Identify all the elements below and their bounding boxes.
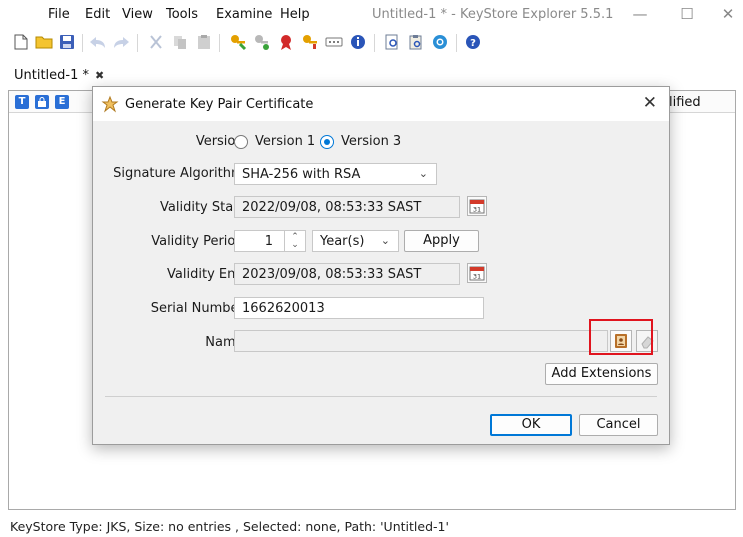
svg-text:31: 31 xyxy=(473,206,481,214)
add-extensions-button[interactable]: Add Extensions xyxy=(545,363,658,385)
toolbar-separator xyxy=(456,34,457,52)
tab-close-icon[interactable]: ✖ xyxy=(95,69,104,82)
import-key-pair-icon[interactable] xyxy=(300,32,320,52)
validity-period-amount: 1 xyxy=(264,234,273,249)
last-modified-column-header[interactable]: lified xyxy=(669,95,701,110)
paste-icon[interactable] xyxy=(194,32,214,52)
red-highlight-box xyxy=(589,319,653,355)
generate-secret-key-icon[interactable] xyxy=(252,32,272,52)
examine-ssl-icon[interactable] xyxy=(430,32,450,52)
close-window-button[interactable]: ✕ xyxy=(718,4,738,24)
dialog-title: Generate Key Pair Certificate xyxy=(125,97,314,112)
signature-algorithm-value: SHA-256 with RSA xyxy=(242,167,361,182)
version-3-radio[interactable] xyxy=(320,135,334,149)
window-title: Untitled-1 * - KeyStore Explorer 5.5.1 xyxy=(372,7,614,22)
serial-number-label: Serial Number: xyxy=(150,301,248,316)
validity-period-label: Validity Period: xyxy=(151,234,248,249)
svg-text:?: ? xyxy=(470,38,476,49)
minimize-button[interactable]: — xyxy=(630,4,650,24)
calendar-icon: 31 xyxy=(469,199,485,214)
toolbar-separator xyxy=(137,34,138,52)
name-field[interactable] xyxy=(234,330,608,352)
menu-examine[interactable]: Examine xyxy=(216,7,272,22)
validity-period-unit-select[interactable]: Year(s) ⌄ xyxy=(312,230,399,252)
toolbar-separator xyxy=(219,34,220,52)
svg-text:31: 31 xyxy=(473,273,481,281)
signature-algorithm-select[interactable]: SHA-256 with RSA ⌄ xyxy=(234,163,437,185)
chevron-down-icon: ⌄ xyxy=(380,234,390,247)
toolbar-separator xyxy=(82,34,83,52)
expiry-column-icon[interactable]: E xyxy=(55,95,69,109)
toolbar-separator xyxy=(374,34,375,52)
validity-start-calendar-button[interactable]: 31 xyxy=(467,196,487,216)
menu-file[interactable]: File xyxy=(48,7,70,22)
version-1-label[interactable]: Version 1 xyxy=(255,134,315,149)
version-1-radio[interactable] xyxy=(234,135,248,149)
signature-algorithm-label: Signature Algorithm: xyxy=(113,166,248,181)
window-titlebar: File Edit View Tools Examine Help Untitl… xyxy=(0,0,743,30)
type-column-icon[interactable]: T xyxy=(15,95,29,109)
menu-edit[interactable]: Edit xyxy=(85,7,110,22)
tab-label: Untitled-1 * xyxy=(14,67,90,83)
menu-help[interactable]: Help xyxy=(280,7,310,22)
serial-number-field[interactable]: 1662620013 xyxy=(234,297,484,319)
dialog-app-icon xyxy=(101,95,119,113)
name-label: Name: xyxy=(205,335,248,350)
generate-key-pair-icon[interactable] xyxy=(228,32,248,52)
lock-column-icon[interactable] xyxy=(35,95,49,109)
dialog-close-icon[interactable]: ✕ xyxy=(643,93,657,113)
menu-view[interactable]: View xyxy=(122,7,153,22)
set-password-icon[interactable] xyxy=(324,32,344,52)
apply-button[interactable]: Apply xyxy=(404,230,479,252)
maximize-button[interactable]: ☐ xyxy=(677,4,697,24)
examine-file-icon[interactable] xyxy=(382,32,402,52)
calendar-icon: 31 xyxy=(469,266,485,281)
status-bar: KeyStore Type: JKS, Size: no entries , S… xyxy=(10,519,449,534)
undo-icon[interactable] xyxy=(88,32,108,52)
ok-button[interactable]: OK xyxy=(490,414,572,436)
validity-end-label: Validity End: xyxy=(167,267,248,282)
spinner-divider xyxy=(284,231,285,251)
import-trusted-certificate-icon[interactable] xyxy=(276,32,296,52)
copy-icon[interactable] xyxy=(170,32,190,52)
cut-icon[interactable] xyxy=(146,32,166,52)
validity-start-label: Validity Start: xyxy=(160,200,248,215)
save-icon[interactable] xyxy=(57,32,77,52)
cancel-button[interactable]: Cancel xyxy=(579,414,658,436)
dialog-titlebar: Generate Key Pair Certificate ✕ xyxy=(93,87,669,121)
properties-icon[interactable] xyxy=(348,32,368,52)
keystore-tabbar: Untitled-1 * ✖ xyxy=(0,62,743,88)
examine-clipboard-icon[interactable] xyxy=(406,32,426,52)
validity-start-field[interactable]: 2022/09/08, 08:53:33 SAST xyxy=(234,196,460,218)
validity-end-field[interactable]: 2023/09/08, 08:53:33 SAST xyxy=(234,263,460,285)
redo-icon[interactable] xyxy=(111,32,131,52)
generate-key-pair-certificate-dialog: Generate Key Pair Certificate ✕ Version:… xyxy=(92,86,670,445)
tab-untitled-1[interactable]: Untitled-1 * ✖ xyxy=(14,64,104,86)
dialog-separator xyxy=(105,396,657,397)
version-label: Version: xyxy=(195,134,248,149)
chevron-down-icon: ⌄ xyxy=(418,167,428,180)
validity-period-unit: Year(s) xyxy=(320,234,365,249)
new-icon[interactable] xyxy=(11,32,31,52)
spinner-arrows-icon[interactable]: ⌃ ⌄ xyxy=(288,233,302,250)
help-icon[interactable]: ? xyxy=(463,32,483,52)
validity-end-calendar-button[interactable]: 31 xyxy=(467,263,487,283)
menu-tools[interactable]: Tools xyxy=(166,7,198,22)
open-icon[interactable] xyxy=(34,32,54,52)
version-3-label[interactable]: Version 3 xyxy=(341,134,401,149)
toolbar: ? xyxy=(0,28,743,58)
